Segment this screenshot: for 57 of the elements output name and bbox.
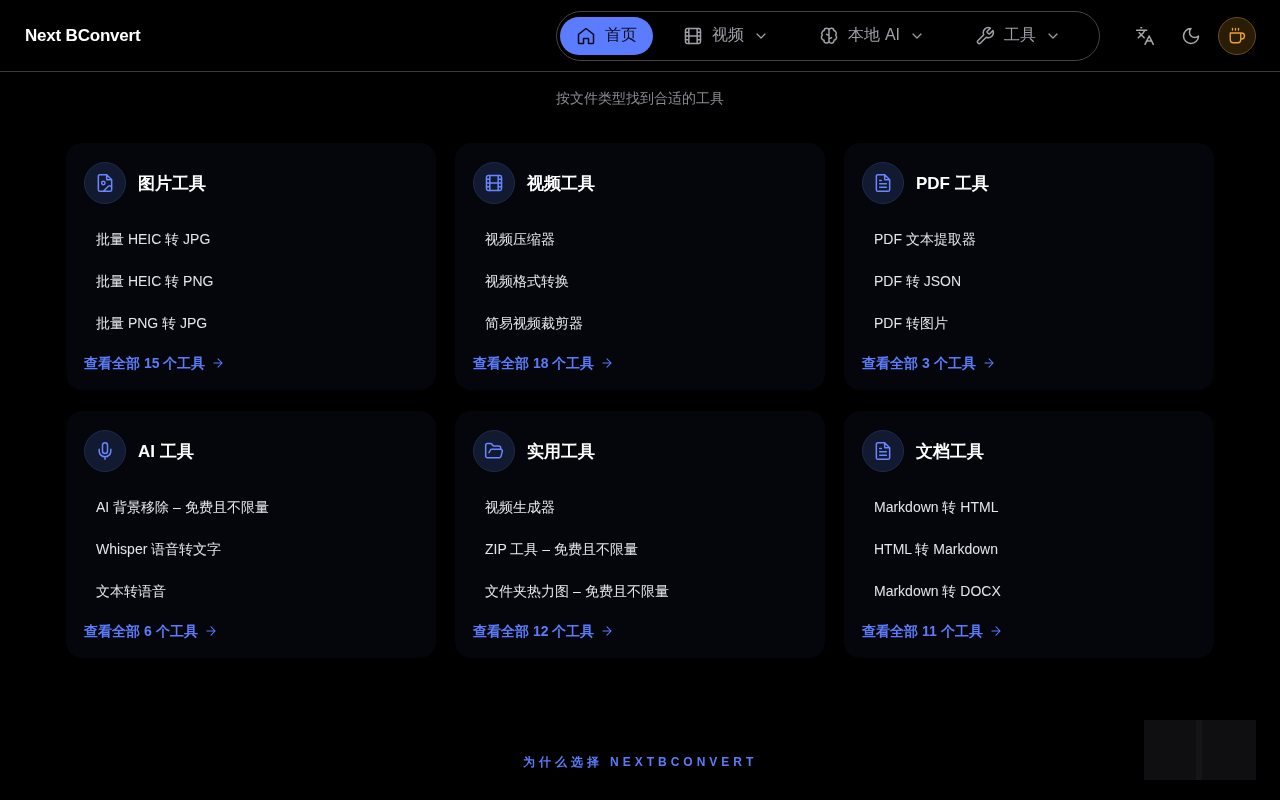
card-title: 实用工具	[527, 440, 595, 463]
view-all-link[interactable]: 查看全部 11 个工具	[862, 621, 1003, 641]
tool-link[interactable]: Markdown 转 DOCX	[862, 570, 1196, 612]
tool-link[interactable]: 批量 HEIC 转 PNG	[84, 260, 418, 302]
tool-link[interactable]: PDF 转 JSON	[862, 260, 1196, 302]
card-title: 视频工具	[527, 172, 595, 195]
brain-icon	[819, 25, 840, 46]
section-kicker: 为什么选择 NEXTBCONVERT	[521, 754, 759, 770]
card-title: PDF 工具	[916, 172, 989, 195]
tool-link[interactable]: 批量 PNG 转 JPG	[84, 302, 418, 344]
coffee-cup-icon	[1228, 26, 1246, 45]
tool-link[interactable]: 简易视频裁剪器	[473, 302, 807, 344]
view-all-link[interactable]: 查看全部 15 个工具	[84, 353, 226, 373]
tool-link[interactable]: 文件夹热力图 – 免费且不限量	[473, 570, 807, 612]
card-title: 文档工具	[916, 440, 984, 463]
nav-tab[interactable]: 本地 AI	[803, 16, 945, 55]
document-icon	[873, 441, 893, 461]
tool-link[interactable]: 视频格式转换	[473, 260, 807, 302]
nav-tab[interactable]: 工具	[959, 16, 1081, 55]
home-icon	[576, 25, 597, 46]
arrow-right-icon	[211, 356, 226, 370]
tool-link[interactable]: AI 背景移除 – 免费且不限量	[84, 486, 418, 528]
arrow-right-icon	[203, 624, 218, 638]
document-icon	[873, 173, 893, 193]
tool-link[interactable]: 批量 HEIC 转 JPG	[84, 218, 418, 260]
tool-link[interactable]: PDF 文本提取器	[862, 218, 1196, 260]
microphone-icon	[95, 441, 115, 461]
image-file-icon	[95, 173, 115, 193]
site-logo[interactable]: Next BConvert	[25, 25, 141, 46]
wrench-icon	[975, 25, 995, 46]
card-title: AI 工具	[138, 440, 194, 463]
view-all-link[interactable]: 查看全部 6 个工具	[84, 621, 218, 641]
folder-icon	[484, 441, 504, 461]
tool-link[interactable]: PDF 转图片	[862, 302, 1196, 344]
view-all-link[interactable]: 查看全部 18 个工具	[473, 353, 615, 373]
card-title: 图片工具	[138, 172, 206, 195]
film-icon	[683, 25, 704, 46]
nav-tab[interactable]: 视频	[667, 16, 790, 55]
arrow-right-icon	[600, 624, 615, 638]
film-icon	[484, 173, 504, 193]
tool-link[interactable]: Markdown 转 HTML	[862, 486, 1196, 528]
translate-icon	[1135, 25, 1155, 46]
view-all-link[interactable]: 查看全部 3 个工具	[862, 353, 996, 373]
moon-icon	[1181, 25, 1201, 46]
arrow-right-icon	[981, 356, 996, 370]
arrow-right-icon	[988, 624, 1003, 638]
tool-link[interactable]: 文本转语音	[84, 570, 418, 612]
tool-link[interactable]: 视频压缩器	[473, 218, 807, 260]
view-all-link[interactable]: 查看全部 12 个工具	[473, 621, 615, 641]
tool-link[interactable]: 视频生成器	[473, 486, 807, 528]
tool-link[interactable]: ZIP 工具 – 免费且不限量	[473, 528, 807, 570]
section-subtitle: 按文件类型找到合适的工具	[555, 89, 725, 108]
tool-link[interactable]: HTML 转 Markdown	[862, 528, 1196, 570]
donate-button[interactable]	[1218, 16, 1256, 55]
tool-link[interactable]: Whisper 语音转文字	[84, 528, 418, 570]
arrow-right-icon	[600, 356, 615, 370]
nav-tab[interactable]: 首页	[560, 16, 654, 55]
